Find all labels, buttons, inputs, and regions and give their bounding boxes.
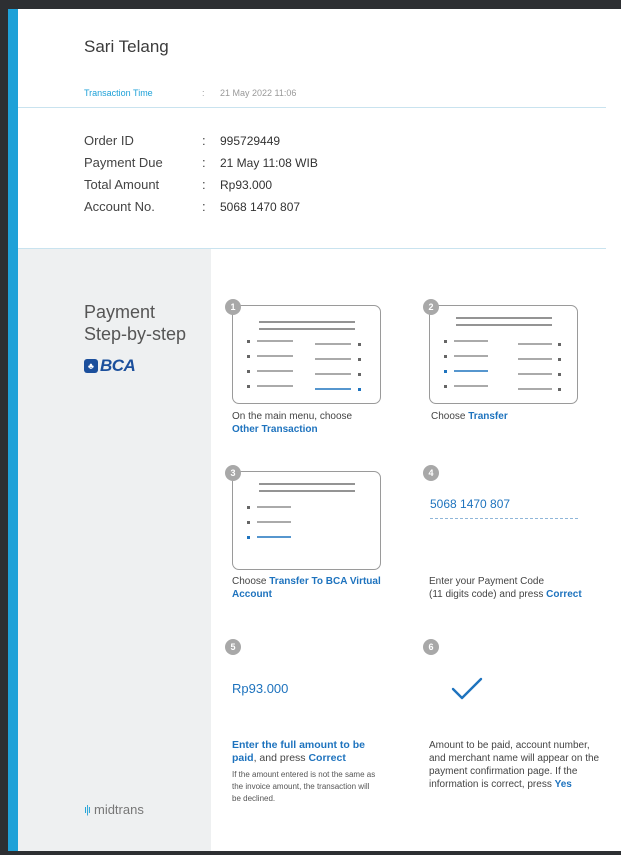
- bca-mark-icon: ♣: [84, 359, 98, 373]
- detail-label: Payment Due: [84, 155, 163, 170]
- caption-text: Choose: [431, 411, 466, 422]
- transaction-time-value: 21 May 2022 11:06: [220, 88, 297, 98]
- bca-logo-icon: ♣ BCA: [84, 356, 136, 376]
- step-number-badge: 6: [423, 639, 439, 655]
- step-5-caption: Enter the full amount to be paid, and pr…: [232, 739, 382, 765]
- amount-display: Rp93.000: [232, 681, 289, 696]
- atm-transfer-illustration: [429, 305, 578, 404]
- step-number-badge: 2: [423, 299, 439, 315]
- atm-virtual-account-graphic: [247, 483, 355, 539]
- window-frame-top: [0, 0, 621, 9]
- divider: [18, 107, 606, 108]
- atm-virtual-account-illustration: [232, 471, 381, 570]
- caption-text: (11 digits code) and press: [429, 589, 544, 600]
- detail-value: 995729449: [220, 134, 281, 148]
- caption-highlight: Correct: [546, 589, 582, 600]
- steps-title-line: Payment: [84, 302, 156, 322]
- bca-logo-text: BCA: [100, 356, 136, 375]
- caption-text: Choose: [232, 576, 267, 587]
- caption-text: On the main menu, choose: [232, 411, 353, 422]
- caption-highlight: Correct: [308, 752, 346, 764]
- step-6-caption: Amount to be paid, account number, and m…: [429, 739, 609, 791]
- midtrans-logo-icon: ı|ı midtrans: [84, 802, 144, 817]
- step-1-caption: On the main menu, choose Other Transacti…: [232, 410, 402, 436]
- detail-label: Account No.: [84, 199, 155, 214]
- transaction-time-separator: :: [202, 88, 205, 98]
- instructions-sidebar: Payment Step-by-step ♣ BCA ı|ı midtrans: [18, 249, 211, 851]
- midtrans-mark-icon: ı|ı: [84, 803, 91, 816]
- caption-text: Amount to be paid, account number, and m…: [429, 740, 600, 790]
- atm-menu-illustration: [232, 305, 381, 404]
- window-frame-bottom: [0, 851, 621, 855]
- step-3-caption: Choose Transfer To BCA Virtual Account: [232, 575, 382, 601]
- detail-value: 5068 1470 807: [220, 200, 301, 214]
- payment-code-display: 5068 1470 807: [430, 497, 511, 511]
- detail-separator: :: [202, 133, 206, 148]
- accent-bar: [8, 9, 18, 855]
- atm-menu-graphic: [247, 321, 361, 391]
- detail-value: 21 May 11:08 WIB: [220, 156, 318, 170]
- caption-highlight: Yes: [554, 779, 572, 790]
- step-number-badge: 4: [423, 465, 439, 481]
- detail-separator: :: [202, 199, 206, 214]
- step-number-badge: 1: [225, 299, 241, 315]
- detail-separator: :: [202, 177, 206, 192]
- step-number-badge: 3: [225, 465, 241, 481]
- atm-transfer-graphic: [444, 317, 561, 391]
- checkmark-icon: [451, 677, 483, 700]
- step-4-caption: Enter your Payment Code (11 digits code)…: [429, 575, 611, 601]
- detail-label: Order ID: [84, 133, 134, 148]
- detail-label: Total Amount: [84, 177, 160, 192]
- caption-text: Enter your Payment Code: [429, 576, 545, 587]
- window-frame-left: [0, 0, 8, 855]
- caption-text: , and press: [253, 752, 306, 764]
- transaction-time-label: Transaction Time: [84, 88, 153, 98]
- steps-title: Payment Step-by-step: [84, 301, 186, 345]
- midtrans-logo-text: midtrans: [93, 802, 144, 817]
- steps-title-line: Step-by-step: [84, 324, 187, 344]
- code-underline: [430, 518, 578, 519]
- detail-value: Rp93.000: [220, 178, 273, 192]
- detail-separator: :: [202, 155, 206, 170]
- caption-highlight: Other Transaction: [232, 424, 318, 435]
- step-2-caption: Choose Transfer: [431, 410, 601, 423]
- step-number-badge: 5: [225, 639, 241, 655]
- customer-name: Sari Telang: [84, 37, 169, 56]
- caption-highlight: Transfer: [468, 411, 508, 422]
- amount-warning-note: If the amount entered is not the same as…: [232, 770, 376, 803]
